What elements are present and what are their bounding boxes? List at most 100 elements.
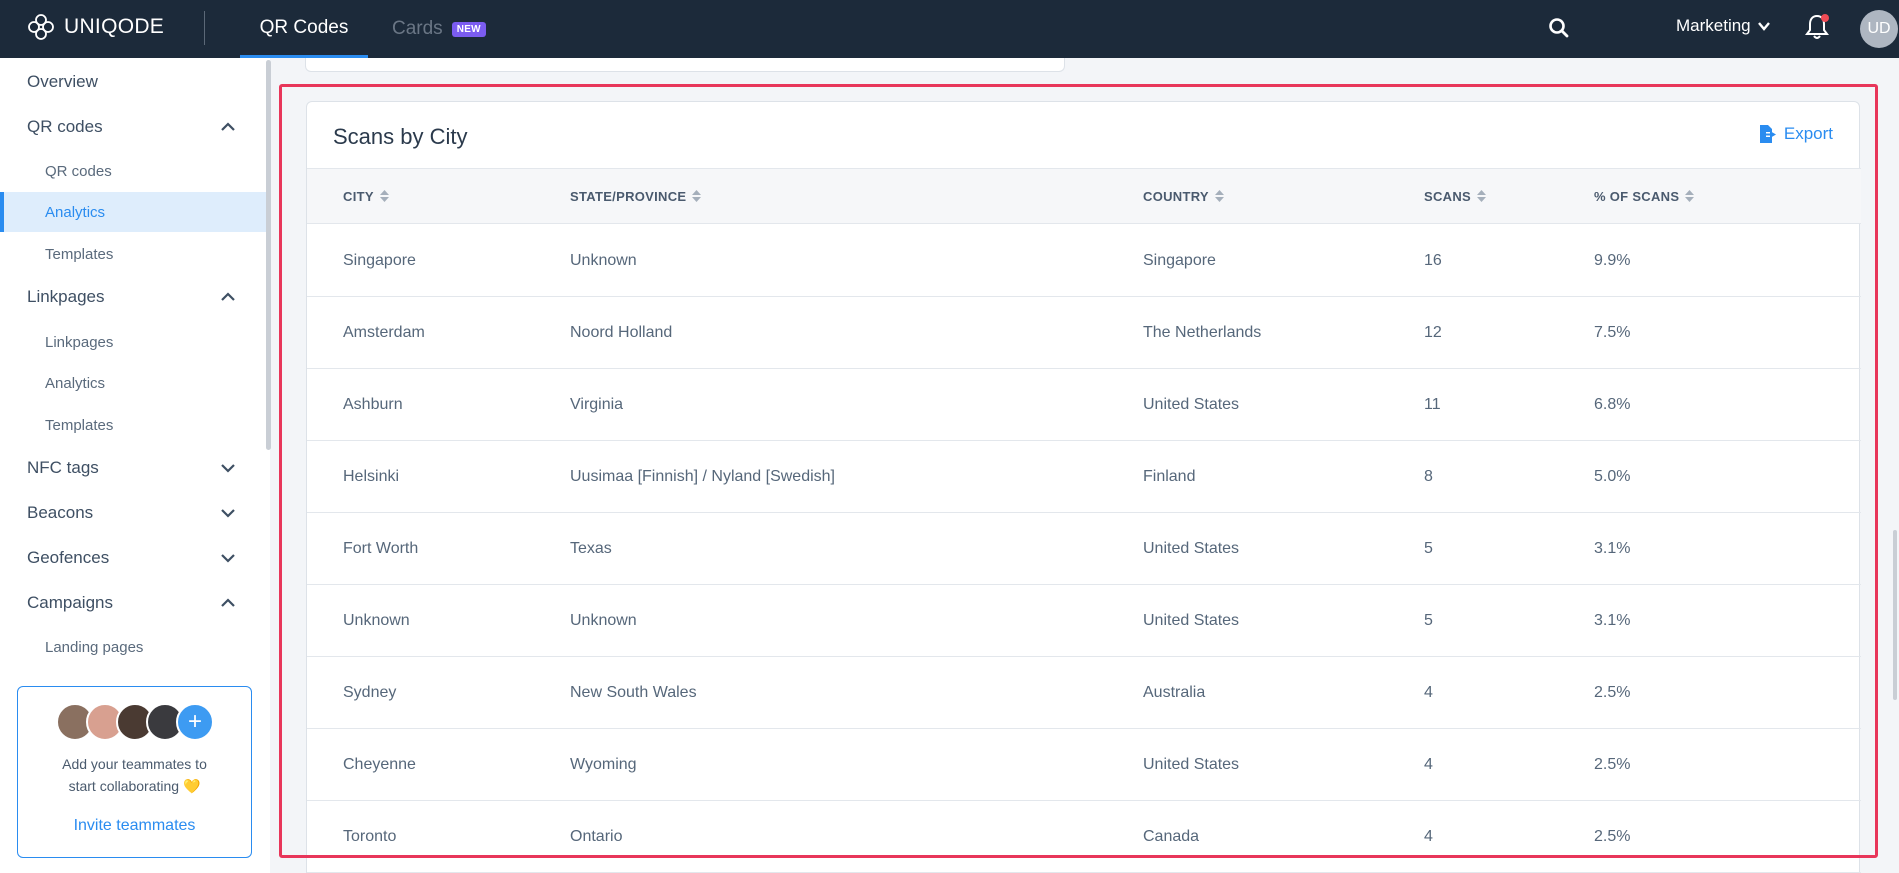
workspace-selector[interactable]: Marketing: [1676, 0, 1771, 52]
table-row: Helsinki Uusimaa [Finnish] / Nyland [Swed…: [307, 441, 1861, 513]
cell-city: Toronto: [343, 827, 397, 845]
sidebar-item-linkpages[interactable]: Linkpages: [0, 322, 266, 362]
cell-percent: 6.8%: [1594, 395, 1631, 413]
sidebar-item-landing-pages[interactable]: Landing pages: [0, 627, 266, 667]
column-header-label: SCANS: [1424, 188, 1472, 204]
new-badge: NEW: [451, 21, 486, 37]
cell-country: United States: [1143, 611, 1240, 629]
sidebar-item-label: Templates: [45, 245, 114, 263]
cell-country: United States: [1143, 539, 1240, 557]
workspace-name: Marketing: [1676, 16, 1751, 35]
notifications-bell-icon[interactable]: [1803, 12, 1831, 42]
sidebar-scrollbar[interactable]: [266, 60, 271, 450]
cell-city: Sydney: [343, 683, 397, 701]
chevron-up-icon: [221, 598, 235, 607]
sidebar-item-label: Beacons: [27, 503, 94, 522]
chevron-up-icon: [221, 122, 235, 131]
column-header-label: % OF SCANS: [1594, 188, 1680, 204]
sidebar-item-templates-linkpages[interactable]: Templates: [0, 405, 266, 445]
notification-dot: [1821, 14, 1829, 22]
cell-city: Ashburn: [343, 395, 403, 413]
add-teammate-plus-icon[interactable]: +: [176, 703, 214, 741]
sidebar-item-nfc-tags[interactable]: NFC tags: [0, 448, 266, 488]
sidebar-item-linkpages-group[interactable]: Linkpages: [0, 277, 266, 317]
sidebar-item-label: NFC tags: [27, 458, 99, 477]
sidebar-item-analytics-qr[interactable]: Analytics: [0, 192, 266, 232]
column-header-label: CITY: [343, 188, 374, 204]
cell-city: Cheyenne: [343, 755, 416, 773]
sidebar-item-label: Analytics: [45, 203, 106, 221]
invite-teammates-card: + Add your teammates to start collaborat…: [17, 686, 252, 858]
sidebar-item-label: Geofences: [27, 548, 110, 567]
export-icon: [1759, 125, 1776, 143]
cell-city: Helsinki: [343, 467, 400, 485]
sidebar-item-qr-codes[interactable]: QR codes: [0, 151, 266, 191]
card-title: Scans by City: [333, 124, 468, 149]
sidebar-item-beacons[interactable]: Beacons: [0, 493, 266, 533]
sort-icon: [1685, 190, 1695, 202]
main-scrollbar[interactable]: [1893, 530, 1897, 700]
column-header-city[interactable]: CITY: [343, 169, 389, 223]
cell-country: United States: [1143, 395, 1240, 413]
sidebar-item-label: Overview: [27, 72, 98, 91]
cell-country: Singapore: [1143, 251, 1216, 269]
sidebar-item-label: Analytics: [45, 374, 106, 392]
cell-country: Australia: [1143, 683, 1206, 701]
sidebar-item-label: QR codes: [27, 117, 103, 136]
sidebar-item-label: Landing pages: [45, 638, 144, 656]
cell-state: Unknown: [570, 611, 637, 629]
invite-message-line2: start collaborating 💛: [68, 778, 201, 794]
column-header-scans[interactable]: SCANS: [1424, 169, 1487, 223]
sidebar-item-geofences[interactable]: Geofences: [0, 538, 266, 578]
invite-teammates-link[interactable]: Invite teammates: [18, 817, 251, 835]
cell-percent: 2.5%: [1594, 683, 1631, 701]
sidebar: Overview QR codes QR codes Analytics Tem…: [0, 58, 270, 873]
cell-state: Ontario: [570, 827, 623, 845]
sidebar-item-label: Linkpages: [27, 287, 105, 306]
cell-scans: 8: [1424, 467, 1433, 485]
sidebar-item-label: Campaigns: [27, 593, 113, 612]
cell-state: Uusimaa [Finnish] / Nyland [Swedish]: [570, 467, 835, 485]
column-header-percent-scans[interactable]: % OF SCANS: [1594, 169, 1695, 223]
topbar-divider: [204, 11, 205, 45]
table-header: CITY STATE/PROVINCE COUNTRY SCANS % OF S…: [307, 168, 1861, 224]
export-button[interactable]: Export: [1757, 124, 1833, 144]
cell-country: United States: [1143, 755, 1240, 773]
export-label: Export: [1783, 124, 1833, 143]
cell-city: Singapore: [343, 251, 416, 269]
sidebar-item-campaigns-group[interactable]: Campaigns: [0, 583, 266, 623]
column-header-country[interactable]: COUNTRY: [1143, 169, 1224, 223]
cell-percent: 3.1%: [1594, 539, 1631, 557]
sort-icon: [692, 190, 702, 202]
sidebar-item-overview[interactable]: Overview: [0, 62, 266, 102]
sidebar-item-label: QR codes: [45, 162, 112, 180]
brand-name: UNIQODE: [64, 15, 165, 38]
table-row: Fort Worth Texas United States 5 3.1%: [307, 513, 1861, 585]
cell-city: Amsterdam: [343, 323, 425, 341]
tab-cards-label: Cards: [392, 18, 443, 39]
column-header-state[interactable]: STATE/PROVINCE: [570, 169, 702, 223]
sidebar-item-label: Linkpages: [45, 333, 114, 351]
teammate-avatars: +: [56, 703, 226, 743]
previous-card-edge: [305, 58, 1065, 72]
sidebar-item-qr-codes-group[interactable]: QR codes: [0, 107, 266, 147]
brand-logo[interactable]: UNIQODE: [26, 12, 164, 42]
sidebar-item-analytics-linkpages[interactable]: Analytics: [0, 363, 266, 403]
tab-cards[interactable]: Cards NEW: [392, 0, 486, 58]
tab-qr-codes[interactable]: QR Codes: [240, 0, 368, 58]
cell-percent: 2.5%: [1594, 755, 1631, 773]
cell-scans: 5: [1424, 539, 1433, 557]
chevron-down-icon: [221, 554, 235, 563]
cell-country: The Netherlands: [1143, 323, 1262, 341]
user-avatar[interactable]: UD: [1860, 10, 1898, 48]
cell-percent: 5.0%: [1594, 467, 1631, 485]
cell-scans: 4: [1424, 755, 1433, 773]
cell-state: Unknown: [570, 251, 637, 269]
cell-city: Fort Worth: [343, 539, 419, 557]
invite-message: Add your teammates to start collaboratin…: [18, 753, 251, 797]
search-icon[interactable]: [1545, 14, 1573, 42]
sidebar-item-templates-qr[interactable]: Templates: [0, 234, 266, 274]
uniqode-logo-icon: [28, 14, 54, 40]
cell-scans: 16: [1424, 251, 1442, 269]
cell-scans: 5: [1424, 611, 1433, 629]
